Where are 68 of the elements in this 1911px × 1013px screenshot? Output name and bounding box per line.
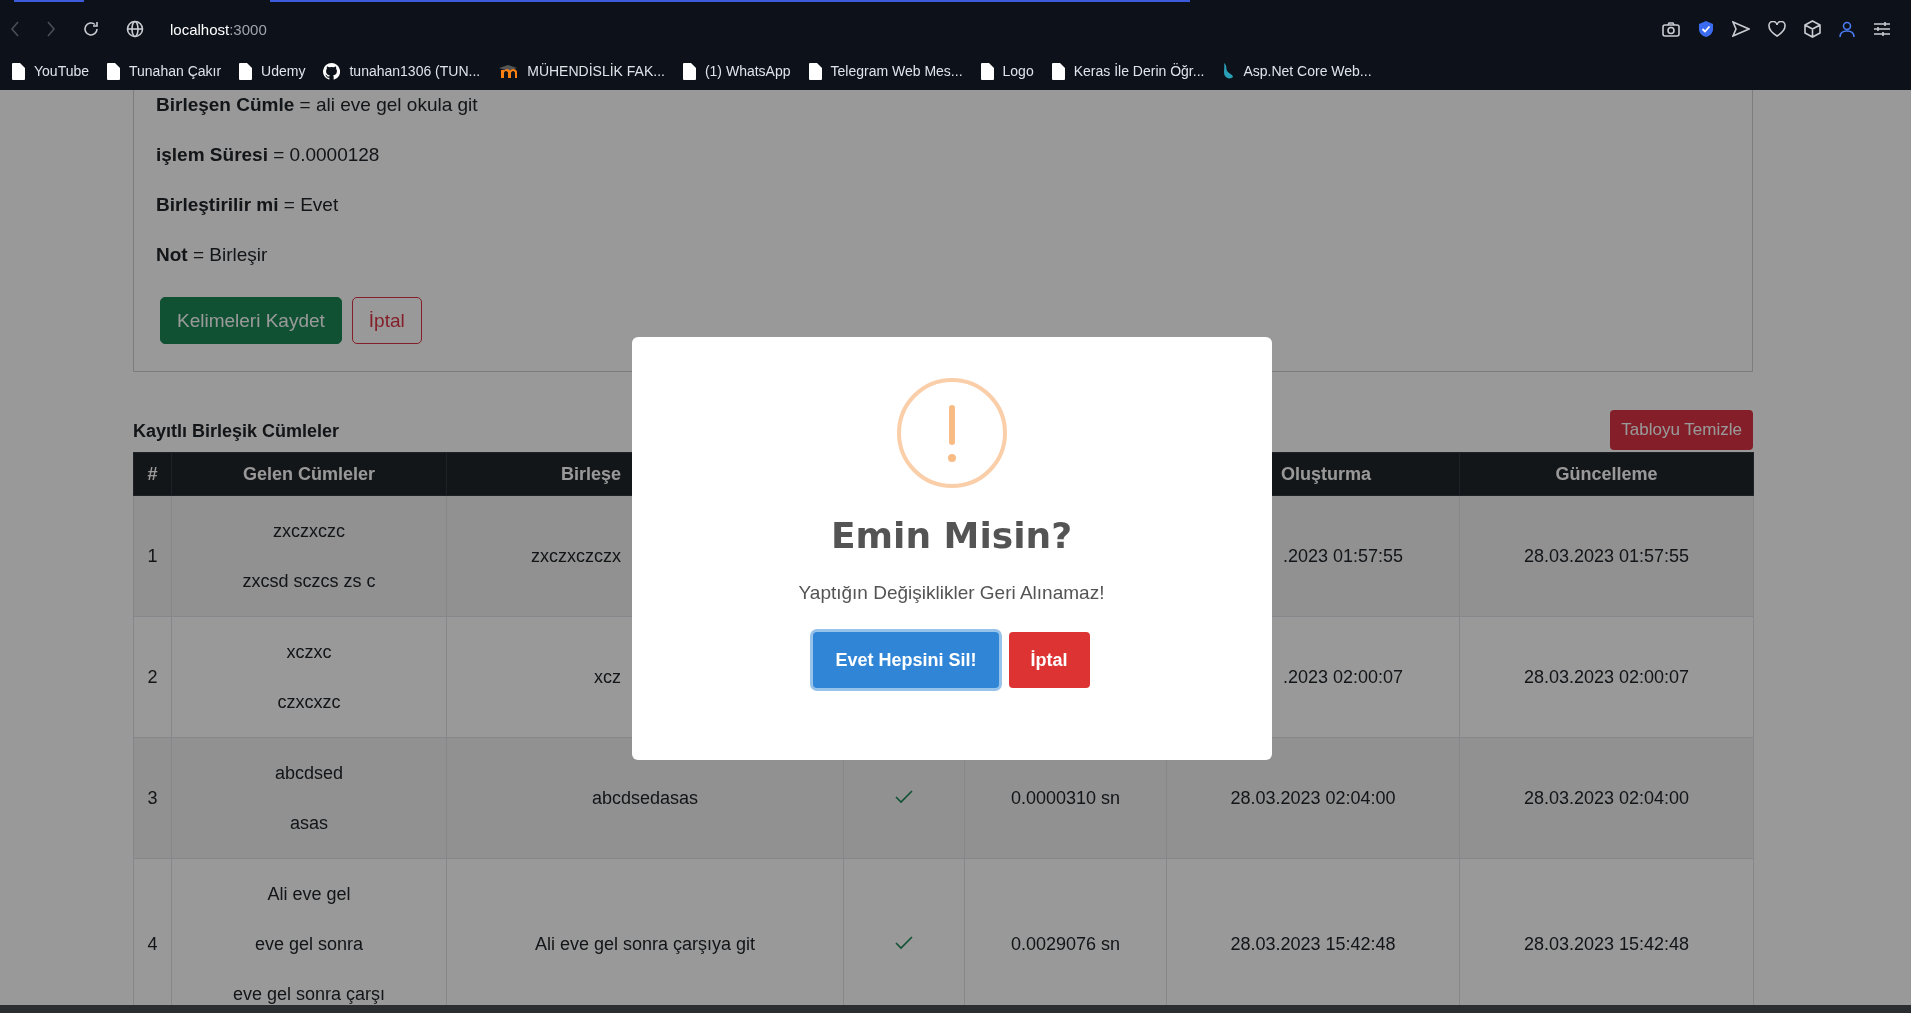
page-icon bbox=[682, 62, 696, 80]
bookmark[interactable]: tunahan1306 (TUN... bbox=[323, 62, 481, 80]
shield-icon[interactable] bbox=[1698, 20, 1714, 38]
user-icon[interactable] bbox=[1839, 20, 1855, 38]
github-icon bbox=[323, 62, 341, 80]
bookmark[interactable]: Tunahan Çakır bbox=[107, 62, 222, 80]
page-icon bbox=[107, 62, 120, 80]
leaf-icon bbox=[1222, 62, 1235, 80]
bookmark[interactable]: MÜHENDİSLİK FAK... bbox=[498, 63, 665, 79]
input-sentence: zxcsd sczcs zs c bbox=[241, 570, 377, 593]
sliders-icon[interactable] bbox=[1873, 21, 1891, 37]
hat-icon bbox=[498, 64, 519, 78]
table-cell: 28.03.2023 02:04:00 bbox=[1166, 737, 1460, 859]
table-cell: 1 bbox=[133, 495, 172, 617]
cancel-button[interactable]: İptal bbox=[1008, 632, 1090, 688]
heart-icon[interactable] bbox=[1768, 21, 1786, 37]
page-icon bbox=[1051, 62, 1065, 80]
input-sentence: abcdsed bbox=[273, 762, 345, 785]
input-sentence: Ali eve gel bbox=[266, 883, 352, 906]
globe-icon bbox=[126, 20, 144, 38]
table-cell: 28.03.2023 01:57:55 bbox=[1459, 495, 1754, 617]
result-line: Not = Birleşir bbox=[156, 244, 269, 267]
bookmark[interactable]: YouTube bbox=[12, 62, 89, 80]
bookmark[interactable]: Keras İle Derin Öğr... bbox=[1051, 62, 1205, 80]
send-icon[interactable] bbox=[1732, 21, 1750, 37]
bookmark-label[interactable]: tunahan1306 (TUN... bbox=[349, 63, 481, 79]
result-line: Birleşen Cümle = ali eve gel okula git bbox=[156, 94, 479, 117]
page-icon bbox=[239, 62, 253, 80]
bookmark-label[interactable]: Tunahan Çakır bbox=[129, 63, 222, 79]
bookmark-label[interactable]: MÜHENDİSLİK FAK... bbox=[527, 63, 665, 79]
column-header: # bbox=[133, 452, 172, 496]
address-bar[interactable]: localhost:3000 bbox=[170, 20, 267, 38]
input-sentence: eve gel sonra çarşı bbox=[231, 983, 387, 1006]
bookmark[interactable]: Udemy bbox=[239, 62, 306, 80]
bookmark-label[interactable]: Asp.Net Core Web... bbox=[1243, 63, 1372, 79]
page-icon bbox=[980, 62, 994, 80]
bookmark-label[interactable]: YouTube bbox=[34, 63, 89, 79]
result-line: işlem Süresi = 0.0000128 bbox=[156, 144, 381, 167]
table-title: Kayıtlı Birleşik Cümleler bbox=[133, 421, 340, 442]
column-header: Güncelleme bbox=[1459, 452, 1754, 496]
input-sentence: czxcxzc bbox=[276, 691, 342, 714]
input-sentence: xczxc bbox=[285, 641, 333, 664]
confirm-button[interactable]: Evet Hepsini Sil! bbox=[813, 632, 999, 688]
bookmark[interactable]: (1) WhatsApp bbox=[682, 62, 791, 80]
result-line: Birleştirilir mi = Evet bbox=[156, 194, 340, 217]
bookmark-label[interactable]: Keras İle Derin Öğr... bbox=[1073, 63, 1205, 79]
input-sentence: asas bbox=[289, 812, 329, 835]
bookmark-label[interactable]: (1) WhatsApp bbox=[704, 63, 791, 79]
page-icon bbox=[12, 62, 25, 80]
bookmark-label[interactable]: Telegram Web Mes... bbox=[830, 63, 963, 79]
camera-icon[interactable] bbox=[1662, 21, 1680, 37]
bookmark[interactable]: Logo bbox=[980, 62, 1034, 80]
table-cell: 2 bbox=[133, 616, 172, 738]
cube-icon[interactable] bbox=[1804, 20, 1821, 38]
column-header: Gelen Cümleler bbox=[171, 452, 447, 496]
table-cell: 28.03.2023 02:00:07 bbox=[1459, 616, 1754, 738]
bookmark[interactable]: Asp.Net Core Web... bbox=[1222, 62, 1372, 80]
table-cell: 3 bbox=[133, 737, 172, 859]
bookmark[interactable]: Telegram Web Mes... bbox=[808, 62, 963, 80]
input-sentence: eve gel sonra bbox=[253, 933, 365, 956]
input-sentence: zxczxczc bbox=[272, 520, 346, 543]
reload-icon[interactable] bbox=[82, 20, 100, 38]
table-cell: 28.03.2023 02:04:00 bbox=[1459, 737, 1754, 859]
bookmark-label[interactable]: Udemy bbox=[261, 63, 306, 79]
horizontal-scrollbar[interactable] bbox=[0, 1005, 1911, 1013]
warning-icon bbox=[895, 377, 1008, 489]
page-icon bbox=[808, 62, 822, 80]
bookmark-label[interactable]: Logo bbox=[1002, 63, 1034, 79]
